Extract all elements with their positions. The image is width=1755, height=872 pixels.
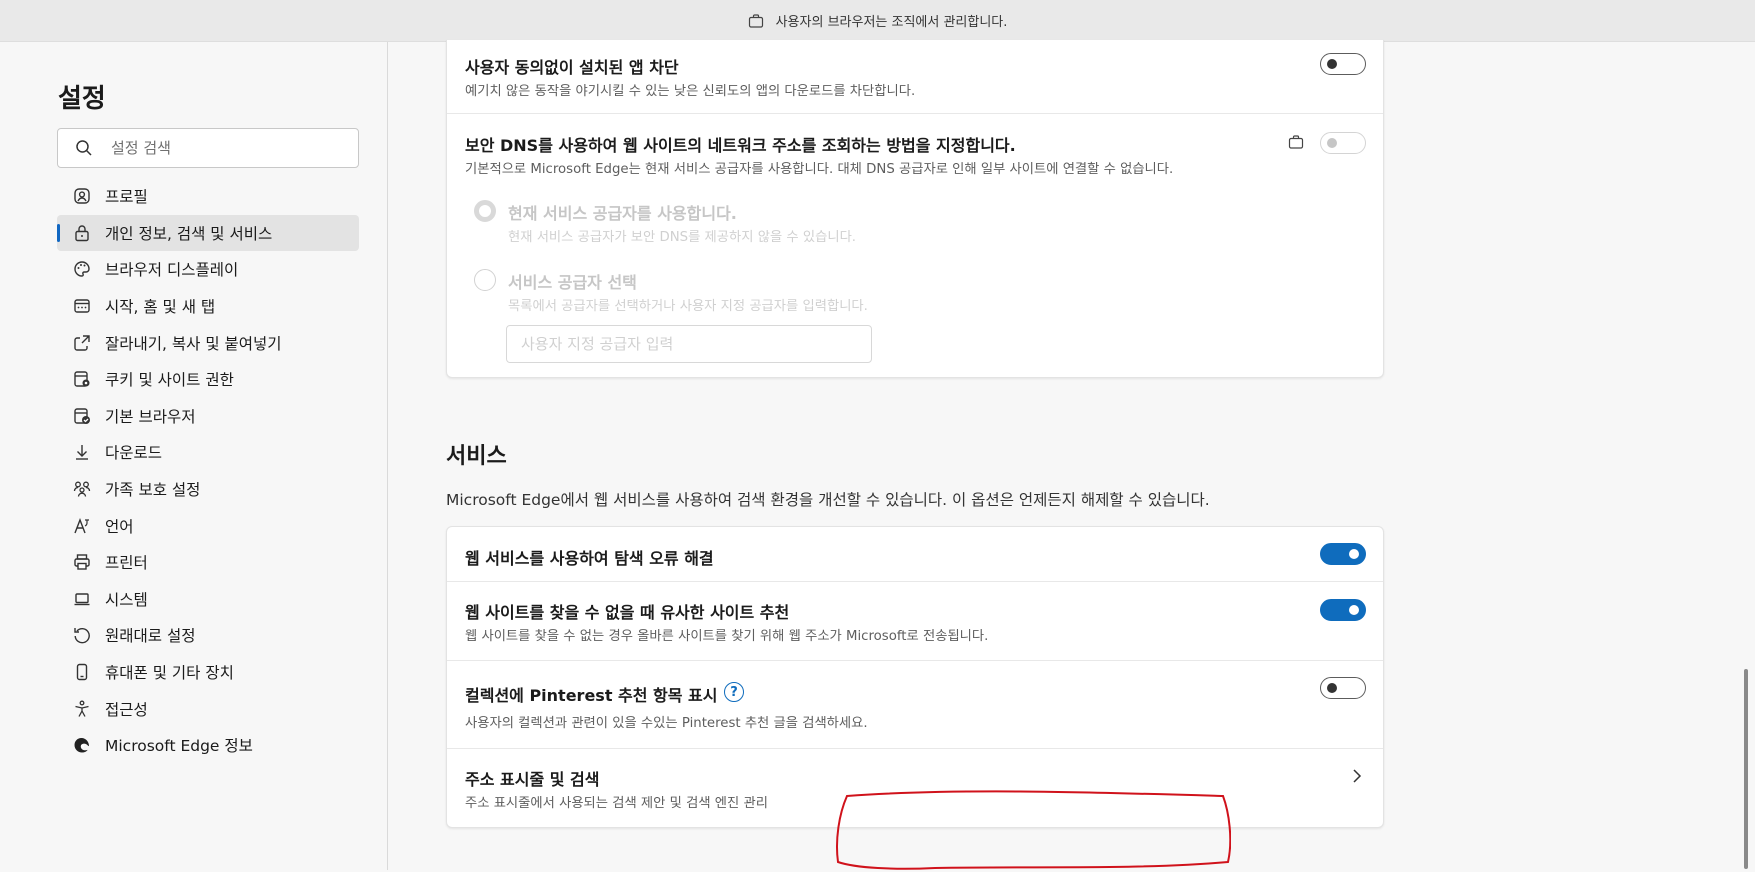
sidebar-item-label: 언어	[105, 517, 134, 536]
chevron-right-icon	[1351, 768, 1363, 784]
sidebar-item-family[interactable]: 가족 보호 설정	[57, 471, 359, 508]
pinterest-toggle[interactable]	[1320, 677, 1366, 699]
sidebar-item-label: 브라우저 디스플레이	[105, 261, 239, 280]
sidebar-item-languages[interactable]: 언어	[57, 507, 359, 544]
similar-sites-desc: 웹 사이트를 찾을 수 없는 경우 올바른 사이트를 찾기 위해 웹 주소가 M…	[465, 629, 989, 644]
dns-current-provider-desc: 현재 서비스 공급자가 보안 DNS를 제공하지 않을 수 있습니다.	[508, 230, 857, 245]
pua-desc: 예기치 않은 동작을 야기시킬 수 있는 낮은 신뢰도의 앱의 다운로드를 차단…	[465, 84, 916, 99]
address-bar-title: 주소 표시줄 및 검색	[465, 770, 600, 789]
sidebar-item-system[interactable]: 시스템	[57, 581, 359, 618]
services-card: 웹 서비스를 사용하여 탐색 오류 해결 웹 사이트를 찾을 수 없을 때 유사…	[446, 526, 1384, 828]
home-tab-icon	[73, 297, 91, 315]
sidebar-item-label: 쿠키 및 사이트 권한	[105, 371, 234, 390]
lock-icon	[73, 224, 91, 242]
pinterest-desc: 사용자의 컬렉션과 관련이 있을 수있는 Pinterest 추천 글을 검색하…	[465, 716, 868, 731]
divider	[447, 660, 1383, 661]
security-card: 사용자 동의없이 설치된 앱 차단 예기치 않은 동작을 야기시킬 수 있는 낮…	[446, 40, 1384, 378]
address-bar-row[interactable]: 주소 표시줄 및 검색 주소 표시줄에서 사용되는 검색 제안 및 검색 엔진 …	[447, 749, 1383, 827]
profile-icon	[73, 187, 91, 205]
help-icon[interactable]: ?	[724, 682, 744, 702]
reset-icon	[73, 626, 91, 644]
toggle-knob	[1327, 59, 1337, 69]
sidebar-item-downloads[interactable]: 다운로드	[57, 434, 359, 471]
services-section-desc: Microsoft Edge에서 웹 서비스를 사용하여 검색 환경을 개선할 …	[446, 491, 1210, 509]
dns-current-provider-radio[interactable]	[474, 200, 496, 222]
sidebar-item-default-browser[interactable]: 기본 브라우저	[57, 398, 359, 435]
dns-choose-provider-desc: 목록에서 공급자를 선택하거나 사용자 지정 공급자를 입력합니다.	[508, 299, 868, 314]
toggle-knob	[1327, 683, 1337, 693]
printer-icon	[73, 553, 91, 571]
dns-choose-provider-title: 서비스 공급자 선택	[508, 273, 637, 292]
briefcase-icon	[1288, 134, 1304, 150]
share-icon	[73, 334, 91, 352]
similar-sites-toggle[interactable]	[1320, 599, 1366, 621]
sidebar-item-label: 기본 브라우저	[105, 407, 196, 426]
sidebar-item-accessibility[interactable]: 접근성	[57, 690, 359, 727]
sidebar-item-label: 개인 정보, 검색 및 서비스	[105, 224, 273, 243]
similar-sites-title: 웹 사이트를 찾을 수 없을 때 유사한 사이트 추천	[465, 603, 790, 622]
sidebar-item-privacy[interactable]: 개인 정보, 검색 및 서비스	[57, 214, 359, 252]
secure-dns-title: 보안 DNS를 사용하여 웹 사이트의 네트워크 주소를 조회하는 방법을 지정…	[465, 136, 1016, 155]
pinterest-title: 컬렉션에 Pinterest 추천 항목 표시	[465, 686, 718, 705]
toggle-knob	[1327, 138, 1337, 148]
scrollbar[interactable]	[1744, 669, 1748, 869]
settings-sidebar: 설정 프로필 개인 정보, 검색 및 서비스 브라우저 디스플레이 시작, 홈 …	[0, 42, 388, 870]
family-icon	[73, 480, 91, 498]
sidebar-item-start-home[interactable]: 시작, 홈 및 새 탭	[57, 288, 359, 325]
sidebar-item-reset[interactable]: 원래대로 설정	[57, 617, 359, 654]
language-icon	[73, 517, 91, 535]
sidebar-item-label: 다운로드	[105, 444, 163, 463]
secure-dns-desc: 기본적으로 Microsoft Edge는 현재 서비스 공급자를 사용합니다.…	[465, 162, 1174, 177]
sidebar-item-share[interactable]: 잘라내기, 복사 및 붙여넣기	[57, 324, 359, 361]
palette-icon	[73, 260, 91, 278]
edge-logo-icon	[73, 736, 91, 754]
sidebar-item-label: 프로필	[105, 188, 148, 207]
sidebar-item-profile[interactable]: 프로필	[57, 178, 359, 215]
sidebar-item-label: 프린터	[105, 554, 148, 573]
sidebar-item-about-edge[interactable]: Microsoft Edge 정보	[57, 727, 359, 764]
pua-toggle[interactable]	[1320, 53, 1366, 75]
custom-provider-input[interactable]	[506, 325, 872, 363]
secure-dns-toggle[interactable]	[1320, 132, 1366, 154]
sidebar-item-appearance[interactable]: 브라우저 디스플레이	[57, 251, 359, 288]
sidebar-item-label: 휴대폰 및 기타 장치	[105, 664, 234, 683]
sidebar-item-label: 시스템	[105, 590, 148, 609]
sidebar-item-label: 시작, 홈 및 새 탭	[105, 298, 216, 317]
search-icon	[75, 139, 93, 157]
default-browser-icon	[73, 407, 91, 425]
toggle-knob	[1349, 605, 1359, 615]
sidebar-item-printers[interactable]: 프린터	[57, 544, 359, 581]
nav-errors-toggle[interactable]	[1320, 543, 1366, 565]
sidebar-nav: 프로필 개인 정보, 검색 및 서비스 브라우저 디스플레이 시작, 홈 및 새…	[57, 178, 359, 764]
managed-banner: 사용자의 브라우저는 조직에서 관리합니다.	[0, 0, 1755, 42]
pua-title: 사용자 동의없이 설치된 앱 차단	[465, 58, 679, 77]
cookie-site-icon	[73, 370, 91, 388]
accessibility-icon	[73, 700, 91, 718]
sidebar-item-phone[interactable]: 휴대폰 및 기타 장치	[57, 654, 359, 691]
sidebar-item-cookies[interactable]: 쿠키 및 사이트 권한	[57, 361, 359, 398]
sidebar-item-label: 접근성	[105, 700, 148, 719]
managed-banner-text: 사용자의 브라우저는 조직에서 관리합니다.	[775, 15, 1008, 30]
nav-errors-title: 웹 서비스를 사용하여 탐색 오류 해결	[465, 549, 714, 568]
sidebar-item-label: 잘라내기, 복사 및 붙여넣기	[105, 334, 282, 353]
briefcase-icon	[748, 13, 764, 29]
page-title: 설정	[58, 84, 106, 114]
sidebar-item-label: 원래대로 설정	[105, 627, 196, 646]
settings-content: 사용자 동의없이 설치된 앱 차단 예기치 않은 동작을 야기시킬 수 있는 낮…	[389, 40, 1755, 870]
divider	[447, 581, 1383, 582]
services-section-title: 서비스	[446, 444, 507, 469]
settings-search-box[interactable]	[57, 128, 359, 168]
search-input[interactable]	[109, 138, 349, 158]
dns-choose-provider-radio[interactable]	[474, 269, 496, 291]
phone-icon	[73, 663, 91, 681]
laptop-icon	[73, 590, 91, 608]
download-icon	[73, 443, 91, 461]
divider	[447, 113, 1383, 114]
sidebar-item-label: Microsoft Edge 정보	[105, 737, 253, 756]
address-bar-desc: 주소 표시줄에서 사용되는 검색 제안 및 검색 엔진 관리	[465, 796, 768, 811]
dns-current-provider-title: 현재 서비스 공급자를 사용합니다.	[508, 204, 737, 223]
toggle-knob	[1349, 549, 1359, 559]
sidebar-item-label: 가족 보호 설정	[105, 481, 201, 500]
